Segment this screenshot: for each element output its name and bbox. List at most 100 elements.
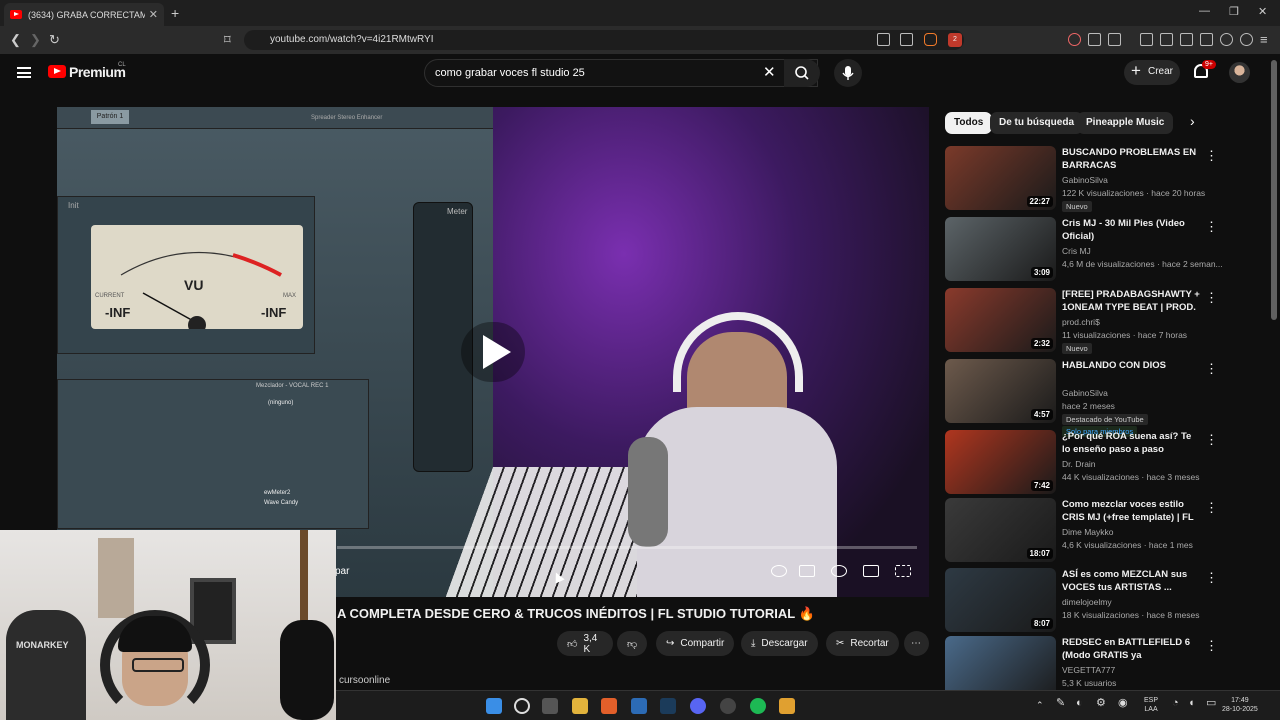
tray-chevron-icon[interactable]: ⌃ [1036, 701, 1044, 710]
clip-button[interactable]: ✂ Recortar [826, 631, 899, 656]
logo-text[interactable]: Premium [69, 64, 126, 80]
search-button[interactable] [784, 59, 820, 87]
download-button[interactable]: ⤓ Descargar [741, 631, 818, 656]
obs-icon[interactable] [720, 698, 736, 714]
chip-pineapple-music[interactable]: Pineapple Music [1077, 112, 1174, 134]
brave-shield-icon[interactable] [924, 33, 937, 46]
window-close-icon[interactable]: ✕ [1258, 5, 1267, 18]
channel-name-partial[interactable]: cursoonline [339, 675, 390, 686]
recommendation-title[interactable]: BUSCANDO PROBLEMAS EN BARRACAS [1062, 146, 1202, 172]
reload-icon[interactable]: ↻ [49, 32, 60, 48]
account-avatar[interactable] [1229, 62, 1250, 83]
menu-icon[interactable]: ≡ [1260, 32, 1268, 47]
recommendation-card[interactable]: 18:07 Como mezclar voces estilo CRIS MJ (… [945, 498, 1218, 562]
create-button[interactable]: Crear [1124, 60, 1180, 85]
back-icon[interactable]: ❮ [10, 32, 21, 48]
tray-pen-icon[interactable]: ✎ [1056, 698, 1065, 709]
bookmark-icon[interactable]: ⌑ [224, 32, 231, 48]
brave-browser-icon[interactable] [601, 698, 617, 714]
clear-search-icon[interactable]: ✕ [763, 63, 776, 81]
clock[interactable]: 17:49 28-10-2025 [1222, 696, 1258, 714]
leo-icon[interactable] [1220, 33, 1233, 46]
video-thumbnail[interactable]: 2:32 [945, 288, 1056, 352]
more-vertical-icon[interactable]: ⋮ [1205, 638, 1218, 654]
wifi-icon[interactable]: ◔ [1172, 698, 1179, 709]
recommendation-channel[interactable]: dimelojoelmy [1062, 597, 1112, 607]
video-thumbnail[interactable]: 22:27 [945, 146, 1056, 210]
vpn-icon[interactable] [1240, 33, 1253, 46]
media-icon[interactable] [1160, 33, 1173, 46]
battery-icon[interactable]: ▭ [1206, 698, 1216, 709]
recommendation-card[interactable]: 8:07 ASÍ es como MEZCLAN sus VOCES tus AR… [945, 568, 1218, 632]
wallet-icon[interactable] [1200, 33, 1213, 46]
task-view-icon[interactable] [542, 698, 558, 714]
chip-de-tu-busqueda[interactable]: De tu búsqueda [990, 112, 1084, 134]
autoplay-toggle-icon[interactable] [771, 565, 787, 577]
recommendation-title[interactable]: Como mezclar voces estilo CRIS MJ (+free… [1062, 498, 1202, 526]
address-field[interactable]: youtube.com/watch?v=4i21RMtwRYI [244, 30, 964, 50]
recommendation-title[interactable]: REDSEC en BATTLEFIELD 6 (Modo GRATIS ya … [1062, 636, 1202, 664]
tab-close-icon[interactable]: ✕ [149, 8, 158, 21]
skip-label[interactable]: par [335, 566, 349, 577]
forward-icon[interactable]: ❯ [30, 32, 41, 48]
more-vertical-icon[interactable]: ⋮ [1205, 570, 1218, 586]
video-thumbnail[interactable]: 18:07 [945, 498, 1056, 562]
spotify-icon[interactable] [750, 698, 766, 714]
fl-studio-icon[interactable] [779, 698, 795, 714]
browser-tab[interactable]: (3634) GRABA CORRECTAMENTE ✕ [4, 3, 164, 26]
dislike-button[interactable]: 👎︎ [617, 631, 647, 656]
language-indicator[interactable]: ESP LAA [1144, 696, 1158, 714]
recommendation-title[interactable]: ¿Por qué ROA suena así? Te lo enseño pas… [1062, 430, 1202, 456]
page-scrollbar[interactable] [1271, 60, 1277, 320]
recommendation-card[interactable]: 22:27 BUSCANDO PROBLEMAS EN BARRACAS Gabin… [945, 146, 1218, 212]
more-vertical-icon[interactable]: ⋮ [1205, 148, 1218, 164]
youtube-logo-icon[interactable] [48, 65, 66, 78]
recommendation-channel[interactable]: GabinoSilva [1062, 175, 1108, 185]
settings-gear-icon[interactable] [831, 565, 847, 577]
more-vertical-icon[interactable]: ⋮ [1205, 500, 1218, 516]
recommendation-title[interactable]: ASÍ es como MEZCLAN sus VOCES tus ARTIST… [1062, 568, 1202, 594]
share-button[interactable]: ↪ Compartir [656, 631, 735, 656]
more-vertical-icon[interactable]: ⋮ [1205, 432, 1218, 448]
extension-icon[interactable] [1068, 33, 1081, 46]
recommendation-channel[interactable]: Dime Maykko [1062, 527, 1113, 537]
like-button[interactable]: 👍︎ 3,4 K [557, 631, 613, 656]
theater-mode-icon[interactable] [863, 565, 879, 577]
recommendation-channel[interactable]: VEGETTA777 [1062, 665, 1115, 675]
recommendation-title[interactable]: [FREE] PRADABAGSHAWTY + 1ONEAM TYPE BEAT… [1062, 288, 1202, 316]
recommendation-card[interactable]: 3:09 Cris MJ - 30 Mil Pies (Video Oficial… [945, 217, 1223, 281]
video-thumbnail[interactable]: 7:42 [945, 430, 1056, 494]
recommendation-channel[interactable]: Dr. Drain [1062, 459, 1096, 469]
tray-steam-icon[interactable]: ◐ [1076, 698, 1083, 709]
video-thumbnail[interactable]: 3:09 [945, 217, 1056, 281]
tray-bluetooth-icon[interactable]: ⚙ [1096, 698, 1106, 709]
search-input[interactable]: como grabar voces fl studio 25 [424, 59, 818, 87]
recommendation-card[interactable]: 7:42 ¿Por qué ROA suena así? Te lo enseño… [945, 430, 1218, 494]
new-tab-button[interactable]: + [171, 5, 179, 21]
photos-icon[interactable] [631, 698, 647, 714]
video-player[interactable]: Patrón 1 Spreader Stereo Enhancer Init V… [57, 107, 929, 597]
subtitles-icon[interactable] [799, 565, 815, 577]
progress-bar[interactable] [337, 546, 917, 549]
share-icon[interactable] [900, 33, 913, 46]
more-vertical-icon[interactable]: ⋮ [1205, 361, 1218, 377]
discord-icon[interactable] [690, 698, 706, 714]
sidebar-icon[interactable] [1180, 33, 1193, 46]
recommendation-channel[interactable]: prod.chri$ [1062, 317, 1100, 327]
play-button-icon[interactable] [461, 322, 525, 382]
maximize-icon[interactable]: ❐ [1229, 5, 1239, 18]
fullscreen-icon[interactable] [895, 565, 911, 577]
cast-icon[interactable] [877, 33, 890, 46]
windows-start-icon[interactable] [486, 698, 502, 714]
recommendation-channel[interactable]: GabinoSilva [1062, 388, 1108, 398]
file-explorer-icon[interactable] [572, 698, 588, 714]
steam-icon[interactable] [660, 698, 676, 714]
screenshot-icon[interactable] [1108, 33, 1121, 46]
more-actions-button[interactable]: ⋯ [904, 631, 929, 656]
taskbar-search-icon[interactable] [514, 698, 530, 714]
recommendation-title[interactable]: Cris MJ - 30 Mil Pies (Video Oficial) [1062, 217, 1202, 243]
chips-next-chevron-icon[interactable]: › [1190, 113, 1195, 129]
voice-search-button[interactable] [834, 59, 862, 87]
download-icon[interactable] [1140, 33, 1153, 46]
minimize-icon[interactable]: — [1199, 5, 1210, 17]
